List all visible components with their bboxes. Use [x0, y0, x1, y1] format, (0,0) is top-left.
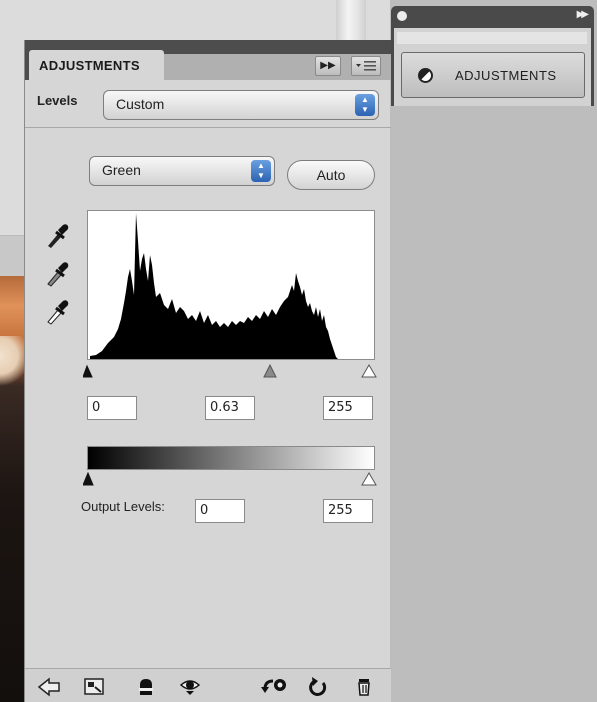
return-to-list-icon[interactable]: [37, 677, 60, 697]
select-arrows-icon: ▲ ▼: [355, 94, 375, 116]
adjustments-icon: [418, 67, 433, 83]
panel-bottom-toolbar: [25, 668, 391, 702]
preset-select[interactable]: Custom ▲ ▼: [103, 90, 379, 120]
output-gradient-bar: [87, 446, 375, 470]
adjustments-panel: ADJUSTMENTS ▶▶ Levels Custom ▲ ▼ Green ▲ ▼…: [24, 40, 391, 702]
expanded-view-icon[interactable]: [83, 677, 105, 697]
channel-select[interactable]: Green ▲ ▼: [89, 156, 275, 186]
output-black-field[interactable]: 0: [195, 499, 245, 523]
dock-body: ADJUSTMENTS: [394, 28, 591, 106]
reset-icon[interactable]: [307, 677, 329, 697]
adjustments-dock-button[interactable]: ADJUSTMENTS: [401, 52, 585, 98]
panel-menu-icon[interactable]: [351, 56, 381, 76]
channel-select-value: Green: [102, 162, 141, 178]
output-levels-label: Output Levels:: [81, 499, 165, 514]
histogram-shape: [90, 213, 338, 359]
preset-label: Levels: [37, 93, 78, 108]
adjustments-dock-label: ADJUSTMENTS: [455, 67, 557, 83]
dock-close-dot[interactable]: [397, 11, 407, 21]
preset-row: Levels Custom ▲ ▼: [25, 80, 391, 128]
gamma-handle: [263, 364, 277, 378]
input-white-field[interactable]: 255: [323, 396, 373, 420]
double-chevron-right-icon[interactable]: ▶▶: [577, 9, 590, 20]
gray-point-eyedropper-icon[interactable]: [43, 258, 71, 288]
black-point-handle: [83, 364, 93, 378]
clip-to-layer-icon[interactable]: [135, 677, 157, 697]
dock-grip[interactable]: [397, 32, 587, 44]
tab-adjustments[interactable]: ADJUSTMENTS: [29, 50, 164, 80]
double-chevron-right-icon[interactable]: ▶▶: [315, 56, 341, 76]
white-point-handle: [361, 364, 377, 378]
select-arrows-icon: ▲ ▼: [251, 160, 271, 182]
input-black-field[interactable]: 0: [87, 396, 137, 420]
auto-button[interactable]: Auto: [287, 160, 375, 190]
delete-icon[interactable]: [355, 677, 377, 697]
dock-title-bar[interactable]: ▶▶: [391, 6, 594, 26]
input-levels-slider[interactable]: [83, 364, 383, 378]
collapsed-panel-dock: ▶▶ ADJUSTMENTS: [391, 6, 594, 106]
input-gamma-field[interactable]: 0.63: [205, 396, 255, 420]
white-point-eyedropper-icon[interactable]: [43, 296, 71, 326]
black-point-eyedropper-icon[interactable]: [43, 220, 71, 250]
preset-select-value: Custom: [116, 96, 165, 112]
output-white-field[interactable]: 255: [323, 499, 373, 523]
output-levels-slider[interactable]: [83, 472, 383, 486]
visibility-eye-icon[interactable]: [179, 677, 201, 697]
histogram: [87, 210, 375, 360]
panel-header: ADJUSTMENTS ▶▶: [25, 40, 391, 80]
view-previous-state-icon[interactable]: [261, 677, 286, 697]
output-black-handle: [83, 472, 94, 486]
scrollbar-fragment[interactable]: [336, 0, 366, 44]
output-white-handle: [361, 472, 377, 486]
